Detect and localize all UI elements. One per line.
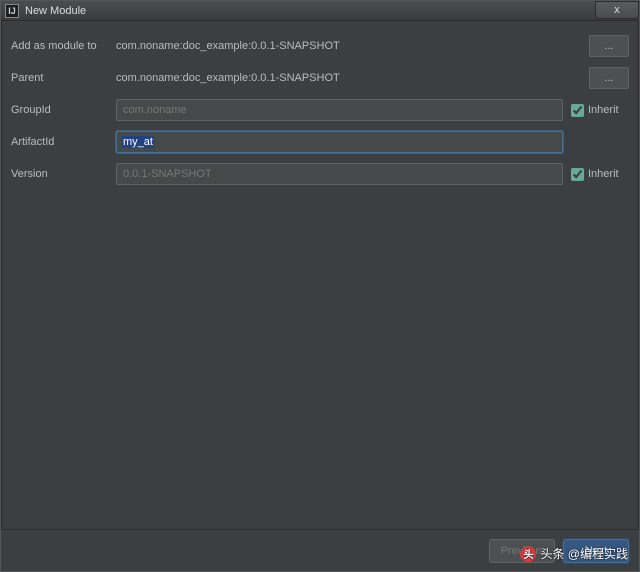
- window-title: New Module: [25, 5, 86, 17]
- row-version: Version Inherit: [11, 163, 629, 185]
- value-add-as-module: com.noname:doc_example:0.0.1-SNAPSHOT: [116, 40, 581, 52]
- inherit-group-id-label: Inherit: [588, 104, 619, 116]
- input-artifact-id[interactable]: my_at: [116, 131, 563, 153]
- browse-parent-button[interactable]: ...: [589, 67, 629, 89]
- value-parent: com.noname:doc_example:0.0.1-SNAPSHOT: [116, 72, 581, 84]
- browse-add-as-module-button[interactable]: ...: [589, 35, 629, 57]
- row-artifact-id: ArtifactId my_at: [11, 131, 629, 153]
- inherit-group-id-checkbox[interactable]: [571, 104, 584, 117]
- label-version: Version: [11, 168, 116, 180]
- app-icon: IJ: [5, 4, 19, 18]
- input-artifact-id-selection: my_at: [122, 136, 154, 148]
- row-parent: Parent com.noname:doc_example:0.0.1-SNAP…: [11, 67, 629, 89]
- row-group-id: GroupId Inherit: [11, 99, 629, 121]
- new-module-dialog: IJ New Module x Add as module to com.non…: [0, 0, 640, 572]
- inherit-group-id[interactable]: Inherit: [571, 104, 629, 117]
- dialog-footer: Previous Next: [1, 529, 639, 571]
- row-add-as-module: Add as module to com.noname:doc_example:…: [11, 35, 629, 57]
- label-artifact-id: ArtifactId: [11, 136, 116, 148]
- previous-button[interactable]: Previous: [489, 539, 555, 563]
- label-add-as-module: Add as module to: [11, 40, 116, 52]
- inherit-version-checkbox[interactable]: [571, 168, 584, 181]
- label-group-id: GroupId: [11, 104, 116, 116]
- dialog-body: Add as module to com.noname:doc_example:…: [1, 21, 639, 529]
- close-button[interactable]: x: [595, 1, 639, 19]
- inherit-version[interactable]: Inherit: [571, 168, 629, 181]
- titlebar: IJ New Module x: [1, 1, 639, 21]
- next-button[interactable]: Next: [563, 539, 629, 563]
- inherit-version-label: Inherit: [588, 168, 619, 180]
- input-version[interactable]: [116, 163, 563, 185]
- input-group-id[interactable]: [116, 99, 563, 121]
- label-parent: Parent: [11, 72, 116, 84]
